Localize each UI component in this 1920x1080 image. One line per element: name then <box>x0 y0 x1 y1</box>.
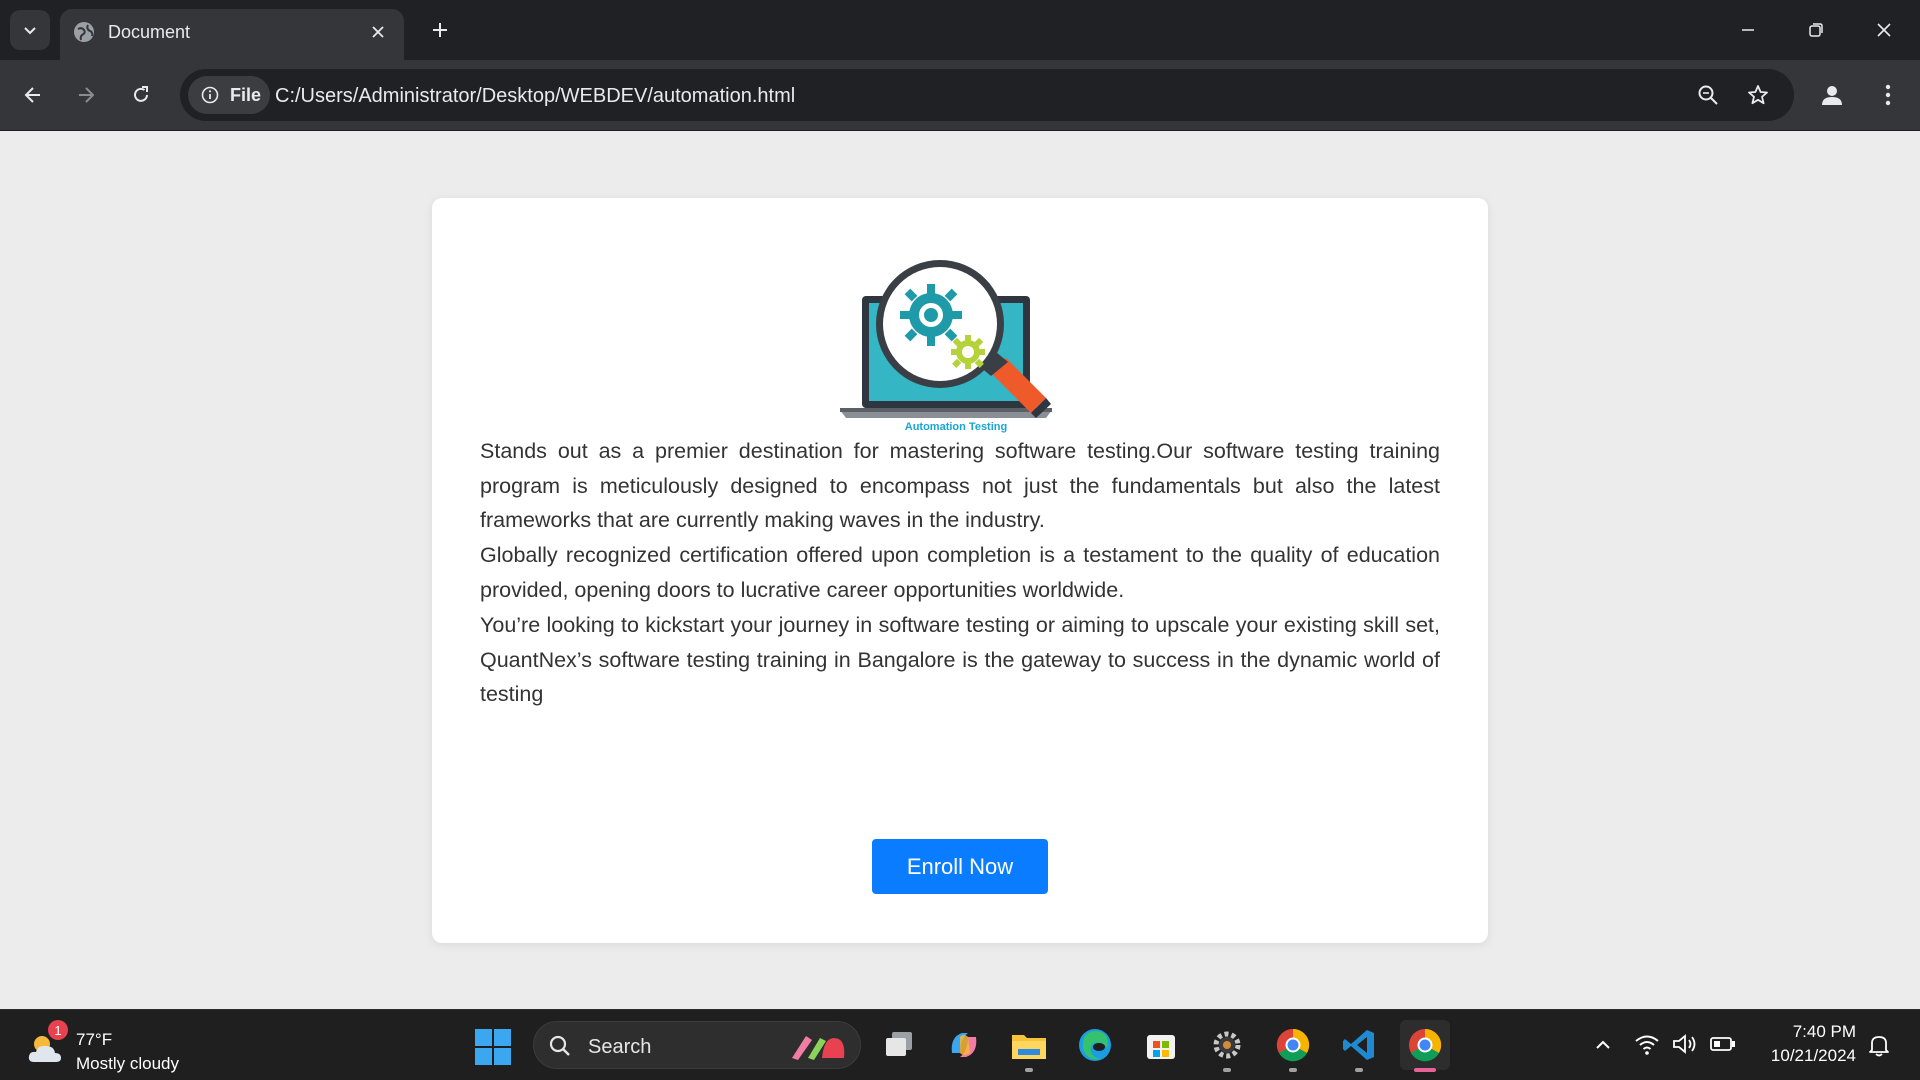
edge-icon <box>1079 1029 1111 1061</box>
search-highlight-icon <box>792 1036 845 1060</box>
zoom-button[interactable] <box>1694 81 1722 109</box>
folder-icon <box>1012 1035 1046 1059</box>
reload-icon <box>134 86 148 102</box>
chrome-active-button[interactable] <box>1400 1020 1450 1072</box>
chrome-icon <box>1409 1028 1442 1062</box>
weather-description: Mostly cloudy <box>76 1054 179 1073</box>
close-window-button[interactable] <box>1862 12 1906 48</box>
copilot-icon <box>951 1033 977 1057</box>
globe-icon <box>74 22 94 42</box>
avatar-icon <box>1822 86 1842 105</box>
file-explorer-button[interactable] <box>1004 1020 1054 1072</box>
search-icon <box>549 1035 570 1056</box>
notifications-button[interactable] <box>1866 1032 1892 1058</box>
intro-paragraph: Stands out as a premier destination for … <box>480 439 1440 532</box>
close-icon <box>372 26 384 38</box>
certification-paragraph: Globally recognized certification offere… <box>480 543 1440 602</box>
browser-toolbar: File C:/Users/Administrator/Desktop/WEBD… <box>0 60 1920 131</box>
profile-button[interactable] <box>1814 77 1850 113</box>
volume-icon <box>1673 1034 1696 1054</box>
minimize-icon <box>1742 29 1754 31</box>
active-indicator <box>1414 1068 1436 1072</box>
search-label: Search <box>588 1036 652 1058</box>
scheme-label: File <box>230 85 262 105</box>
address-bar[interactable]: File C:/Users/Administrator/Desktop/WEBD… <box>180 69 1794 121</box>
windows-logo-icon <box>475 1029 511 1065</box>
automation-testing-illustration <box>840 260 1052 418</box>
plus-icon <box>433 23 447 37</box>
logo-caption: Automation Testing <box>904 421 1008 433</box>
running-indicator <box>1223 1068 1231 1072</box>
weather-temperature: 77°F <box>76 1030 113 1049</box>
minimize-button[interactable] <box>1726 12 1770 48</box>
battery-icon <box>1710 1037 1735 1051</box>
show-hidden-icons-button[interactable] <box>1588 1030 1618 1060</box>
url-text[interactable]: C:/Users/Administrator/Desktop/WEBDEV/au… <box>275 85 795 107</box>
weather-widget[interactable]: 1 77°F Mostly cloudy <box>24 1020 224 1073</box>
active-tab[interactable]: Document <box>60 9 404 60</box>
bell-icon <box>1869 1036 1889 1057</box>
content-card: Automation Testing Stands out as a premi… <box>432 198 1488 943</box>
star-icon <box>1748 85 1768 105</box>
taskbar-search[interactable]: Search <box>533 1021 861 1069</box>
restore-icon <box>1809 23 1823 37</box>
new-tab-button[interactable] <box>424 14 456 46</box>
tab-close-button[interactable] <box>366 20 390 44</box>
zoom-icon <box>1698 85 1718 105</box>
automation-testing-logo: Automation Testing <box>836 248 1076 448</box>
chevron-down-icon <box>24 27 36 35</box>
settings-button[interactable] <box>1202 1020 1252 1072</box>
start-button[interactable] <box>472 1026 514 1068</box>
weather-notification-badge: 1 <box>48 1020 68 1040</box>
reload-button[interactable] <box>122 76 160 114</box>
forward-button[interactable] <box>67 76 105 114</box>
chevron-up-icon <box>1596 1040 1610 1049</box>
tab-search-button[interactable] <box>10 10 50 50</box>
tab-title: Document <box>108 22 191 42</box>
microsoft-store-button[interactable] <box>1136 1020 1186 1070</box>
page-viewport: Automation Testing Stands out as a premi… <box>0 131 1920 1009</box>
running-indicator <box>1289 1068 1297 1072</box>
browser-menu-button[interactable] <box>1870 77 1906 113</box>
bookmark-button[interactable] <box>1744 81 1772 109</box>
site-info-pill: File <box>188 76 270 114</box>
task-view-icon <box>886 1032 912 1056</box>
vscode-button[interactable] <box>1334 1020 1384 1072</box>
back-button[interactable] <box>14 76 52 114</box>
arrow-left-icon <box>24 87 40 103</box>
wifi-icon <box>1635 1035 1659 1055</box>
gear-icon <box>1213 1031 1241 1059</box>
clock-date[interactable]: 10/21/2024 <box>1760 1046 1856 1066</box>
tab-strip: Document <box>0 0 1920 60</box>
chrome-button[interactable] <box>1268 1020 1318 1072</box>
info-icon <box>201 86 219 104</box>
vscode-icon <box>1343 1030 1374 1060</box>
system-tray[interactable] <box>1633 1030 1743 1060</box>
running-indicator <box>1025 1068 1033 1072</box>
arrow-right-icon <box>79 87 95 103</box>
enroll-now-button[interactable]: Enroll Now <box>872 839 1048 894</box>
more-vertical-icon <box>1885 84 1891 106</box>
taskbar: 1 77°F Mostly cloudy Search 7:40 PM 10/2… <box>0 1009 1920 1080</box>
chrome-icon <box>1276 1028 1310 1062</box>
running-indicator <box>1355 1068 1363 1072</box>
clock-time[interactable]: 7:40 PM <box>1760 1022 1856 1042</box>
journey-paragraph: You’re looking to kickstart your journey… <box>480 613 1440 706</box>
close-icon <box>1877 23 1891 37</box>
restore-button[interactable] <box>1794 12 1838 48</box>
copilot-button[interactable] <box>939 1020 989 1070</box>
edge-button[interactable] <box>1070 1020 1120 1070</box>
store-icon <box>1147 1035 1175 1059</box>
task-view-button[interactable] <box>874 1020 924 1070</box>
